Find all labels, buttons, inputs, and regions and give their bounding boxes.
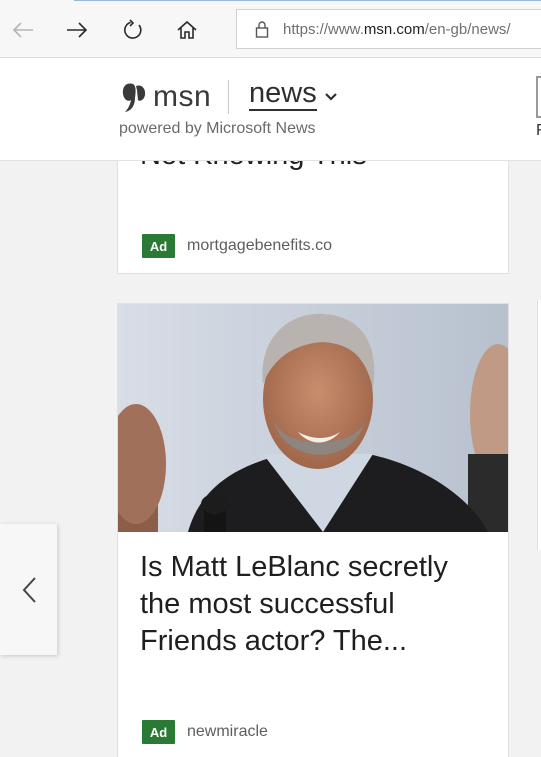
back-button[interactable] (3, 10, 43, 50)
news-section-dropdown[interactable]: news (249, 78, 337, 112)
msn-header: msn news powered by Microsoft News F (0, 58, 541, 161)
ad-badge: Ad (142, 720, 175, 744)
search-box-edge[interactable] (536, 76, 541, 118)
lock-icon (255, 21, 269, 38)
browser-toolbar: https://www.msn.com/en-gb/news/ (0, 0, 541, 58)
refresh-icon (124, 19, 142, 39)
previous-button[interactable] (0, 524, 57, 655)
ad-badge: Ad (142, 234, 175, 258)
section-label: news (249, 78, 317, 112)
card-title: Not Knowing This (140, 161, 367, 172)
header-right-text: F (536, 122, 541, 139)
card-title: Is Matt LeBlanc secretly the most succes… (140, 551, 448, 657)
home-button[interactable] (167, 10, 207, 50)
refresh-button[interactable] (113, 10, 153, 50)
chevron-left-icon (22, 576, 36, 603)
chevron-down-icon (324, 92, 337, 101)
forward-icon (67, 22, 88, 38)
powered-by-text: powered by Microsoft News (119, 120, 316, 137)
msn-logo[interactable]: msn (119, 80, 211, 114)
next-card-edge[interactable] (537, 300, 541, 550)
ad-source: newmiracle (187, 723, 268, 740)
url-text: https://www.msn.com/en-gb/news/ (283, 20, 511, 38)
ad-attribution: Ad newmiracle (142, 720, 268, 744)
header-divider (228, 80, 229, 114)
tab-indicator (74, 0, 541, 1)
back-icon (12, 22, 33, 38)
logo-text: msn (153, 80, 212, 113)
ad-card[interactable]: Is Matt LeBlanc secretly the most succes… (117, 303, 509, 757)
ad-source: mortgagebenefits.co (187, 237, 332, 254)
forward-button[interactable] (57, 10, 97, 50)
article-photo (118, 304, 508, 532)
butterfly-icon (122, 83, 146, 112)
address-bar[interactable]: https://www.msn.com/en-gb/news/ (236, 9, 541, 49)
home-icon (177, 20, 197, 39)
ad-attribution: Ad mortgagebenefits.co (142, 234, 332, 258)
ad-card[interactable]: Not Knowing This Ad mortgagebenefits.co (117, 161, 509, 274)
